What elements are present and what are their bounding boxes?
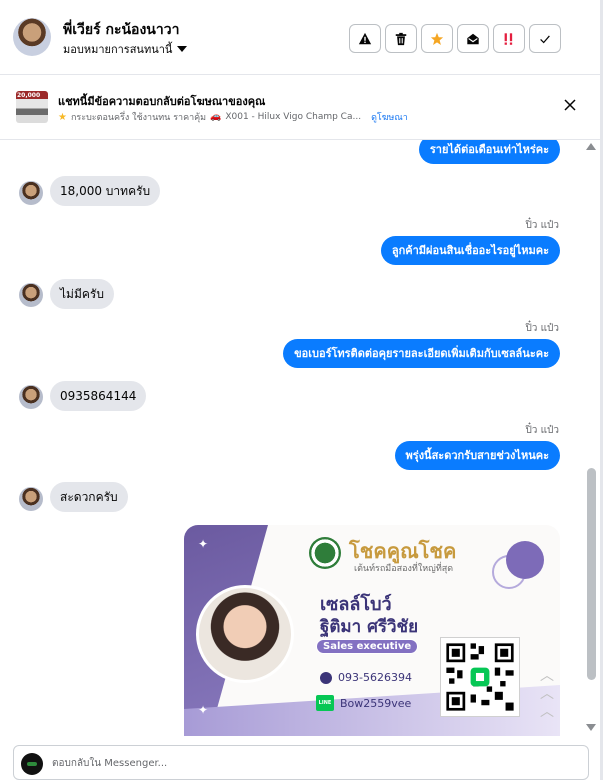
message-incoming[interactable]: 0935864144 [50, 381, 147, 411]
message-outgoing[interactable]: ลูกค้ามีผ่อนสินเชื่ออะไรอยู่ไหมคะ [380, 236, 560, 265]
mark-unread-icon [467, 33, 479, 44]
chevron-up-icon: ︿ [540, 686, 554, 702]
contact-name[interactable]: พี่เวียร์ กะน้องนาวา [63, 19, 179, 41]
dealer-logo-icon [309, 537, 341, 569]
star-emoji-icon: ★ [58, 111, 67, 123]
message-outgoing[interactable]: รายได้ต่อเดือนเท่าไหร่คะ [418, 140, 560, 164]
sender-name: ปิ๋ว แป๋ว [525, 220, 559, 231]
ad-banner-title: แชทนี้มีข้อความตอบกลับต่อโฆษณาของคุณ [58, 95, 266, 108]
contact-avatar-small[interactable] [19, 487, 43, 511]
contact-avatar-small[interactable] [19, 385, 43, 409]
sender-name: ปิ๋ว แป๋ว [525, 323, 559, 334]
contact-avatar-small[interactable] [19, 283, 43, 307]
business-card-image[interactable]: ✦ ✦ โชคคูณโชค เต้นท์รถมือสองที่ใหญ่ที่สุ… [184, 525, 560, 736]
star-button[interactable] [421, 24, 453, 53]
contact-avatar-small[interactable] [19, 181, 43, 205]
message-outgoing[interactable]: พรุ่งนี้สะดวกรับสายช่วงไหนคะ [394, 441, 560, 470]
message-incoming[interactable]: 18,000 บาทครับ [50, 176, 161, 206]
conversation-header: พี่เวียร์ กะน้องนาวา มอบหมายการสนทนานี้ [0, 0, 600, 75]
card-line-value: Bow2559vee [340, 696, 412, 710]
scroll-down-arrow-icon[interactable] [586, 724, 596, 731]
view-ad-link[interactable]: ดูโฆษณา [371, 110, 408, 124]
mark-unread-button[interactable] [457, 24, 489, 53]
card-phone-number: 093-5626394 [338, 671, 412, 684]
message-incoming[interactable]: สะดวกครับ [50, 482, 128, 512]
sparkle-icon: ✦ [198, 703, 209, 717]
close-icon[interactable] [562, 97, 578, 113]
spam-icon [504, 32, 513, 45]
card-position: Sales executive [316, 639, 419, 654]
card-line-id: LINE Bow2559vee [316, 695, 411, 711]
card-tagline: เต้นท์รถมือสองที่ใหญ่ที่สุด [354, 564, 454, 574]
reply-input[interactable] [52, 751, 572, 775]
ad-name: กระบะตอนครึ่ง ใช้งานทน ราคาคุ้ม [70, 113, 207, 123]
contact-avatar[interactable] [13, 18, 51, 56]
card-name: ฐิติมา ศรีวิชัย [320, 617, 419, 637]
mark-done-button[interactable] [529, 24, 561, 53]
qr-code-icon [440, 637, 520, 717]
ad-thumbnail-price: 20,000 [17, 92, 41, 99]
salesperson-photo [196, 585, 294, 683]
car-emoji-icon: 🚗 [210, 112, 222, 122]
message-thread: รายได้ต่อเดือนเท่าไหร่คะ 18,000 บาทครับ … [0, 140, 584, 736]
alert-icon [358, 32, 372, 44]
assign-label: มอบหมายการสนทนานี้ [63, 43, 173, 56]
chevron-up-icon: ︿ [540, 704, 554, 720]
report-button[interactable] [349, 24, 381, 53]
trash-icon [395, 32, 407, 45]
ad-reply-banner: 20,000 แชทนี้มีข้อความตอบกลับต่อโฆษณาของ… [0, 75, 600, 140]
card-decoration [506, 541, 544, 579]
assign-conversation-dropdown[interactable]: มอบหมายการสนทนานี้ [63, 40, 188, 58]
scroll-up-arrow-icon[interactable] [586, 143, 596, 150]
caret-down-icon [177, 46, 188, 52]
page-avatar [21, 753, 43, 775]
ad-car-model: X001 - Hilux Vigo Champ Ca... [225, 112, 362, 122]
reply-box[interactable] [13, 745, 589, 780]
card-phone: 093-5626394 [320, 671, 412, 684]
sender-name: ปิ๋ว แป๋ว [525, 425, 559, 436]
phone-icon [320, 671, 332, 684]
ad-thumbnail[interactable]: 20,000 [16, 91, 48, 123]
message-incoming[interactable]: ไม่มีครับ [50, 279, 114, 309]
line-app-icon: LINE [316, 695, 334, 711]
star-icon [430, 32, 444, 45]
spam-button[interactable] [493, 24, 525, 53]
ad-banner-subtitle: ★ กระบะตอนครึ่ง ใช้งานทน ราคาคุ้ม 🚗 X001… [58, 110, 408, 124]
delete-button[interactable] [385, 24, 417, 53]
conversation-actions [349, 24, 561, 53]
message-outgoing[interactable]: ขอเบอร์โทรติดต่อคุยรายละเอียดเพิ่มเติมกั… [283, 339, 560, 368]
sparkle-icon: ✦ [198, 537, 209, 551]
chevron-up-icon: ︿ [540, 668, 554, 684]
scrollbar-thumb[interactable] [587, 468, 596, 680]
check-icon [540, 35, 550, 43]
